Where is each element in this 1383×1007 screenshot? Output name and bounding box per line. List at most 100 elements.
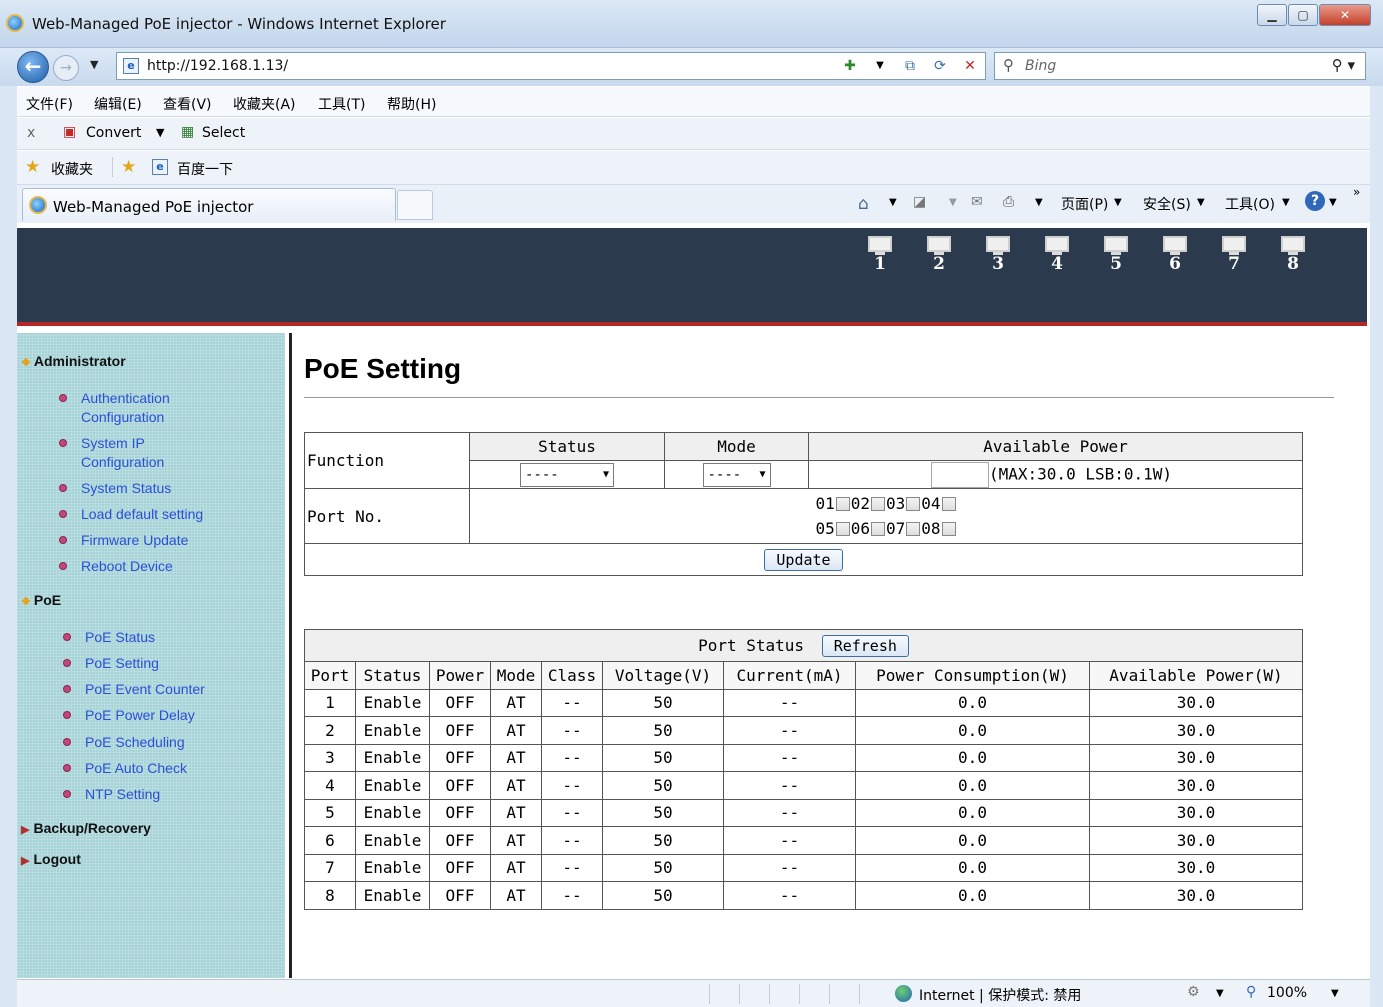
stop-icon[interactable]: ✕ [959, 56, 981, 76]
sidebar-item-ntp-setting[interactable]: NTP Setting [63, 785, 160, 804]
zoom-level[interactable]: 100% [1267, 985, 1307, 1001]
feeds-icon[interactable]: ◪ [913, 194, 926, 210]
cell-status: Enable [355, 881, 430, 910]
port-08-checkbox[interactable] [941, 522, 956, 536]
maximize-button[interactable]: ▢ [1288, 4, 1318, 26]
cell-class: -- [541, 688, 603, 717]
baidu-link[interactable]: 百度一下 [177, 159, 233, 179]
tools-menu-dropdown-icon[interactable]: ▼ [1282, 197, 1290, 208]
refresh-icon[interactable]: ⟳ [929, 56, 951, 76]
convert-dropdown-icon[interactable]: ▼ [156, 126, 164, 139]
sidebar-item-poe-power-delay[interactable]: PoE Power Delay [63, 706, 195, 725]
port-7-icon[interactable]: 7 [1221, 236, 1247, 273]
popup-blocker-dropdown-icon[interactable]: ▼ [1216, 988, 1224, 999]
add-favorite-icon[interactable]: ★ [121, 157, 136, 177]
available-power-input[interactable] [931, 461, 989, 488]
port-5-icon[interactable]: 5 [1103, 236, 1129, 273]
sidebar-section-administrator[interactable]: ❖ Administrator [21, 353, 126, 369]
security-zone-text[interactable]: Internet | 保护模式: 禁用 [919, 985, 1081, 1005]
sidebar-section-logout[interactable]: ▶ Logout [21, 851, 81, 867]
close-window-button[interactable]: ✕ [1319, 4, 1371, 26]
column-header-power-consumption: Power Consumption(W) [855, 661, 1090, 690]
page-menu-dropdown-icon[interactable]: ▼ [1114, 197, 1122, 208]
toolbar-overflow-icon[interactable]: » [1353, 185, 1360, 199]
menu-view[interactable]: 查看(V) [163, 94, 212, 114]
print-dropdown-icon[interactable]: ▼ [1035, 197, 1043, 208]
port-8-icon[interactable]: 8 [1280, 236, 1306, 273]
compatibility-view-icon[interactable]: ⧉ [899, 56, 921, 76]
sidebar-item-poe-event-counter[interactable]: PoE Event Counter [63, 680, 205, 699]
help-dropdown-icon[interactable]: ▼ [1329, 197, 1337, 208]
port-04-checkbox[interactable] [941, 497, 956, 511]
statusbar-separator [829, 984, 830, 1004]
toolbar-close-button[interactable]: x [27, 125, 35, 141]
print-icon[interactable]: ⎙ [1003, 194, 1014, 210]
sidebar-item-system-status[interactable]: System Status [59, 479, 171, 498]
sidebar-item-poe-scheduling[interactable]: PoE Scheduling [63, 733, 185, 752]
sidebar-item-reboot-device[interactable]: Reboot Device [59, 557, 173, 576]
cell-port: 1 [304, 688, 356, 717]
update-button[interactable]: Update [764, 548, 843, 571]
port-1-icon[interactable]: 1 [867, 236, 893, 273]
mode-select-cell: ---- [664, 460, 809, 489]
dropdown-icon[interactable]: ▼ [869, 56, 891, 76]
sidebar-item-poe-auto-check[interactable]: PoE Auto Check [63, 759, 187, 778]
port-3-icon[interactable]: 3 [985, 236, 1011, 273]
menu-tools[interactable]: 工具(T) [318, 94, 365, 114]
tab-ie-icon [29, 196, 47, 214]
port-01-checkbox[interactable] [835, 497, 850, 511]
mode-select[interactable]: ---- [702, 462, 771, 487]
menu-file[interactable]: 文件(F) [26, 94, 73, 114]
back-button[interactable]: ← [17, 51, 49, 83]
new-tab-button[interactable] [397, 190, 433, 220]
port-07-checkbox[interactable] [906, 522, 921, 536]
port-4-icon[interactable]: 4 [1044, 236, 1070, 273]
forward-button[interactable]: → [53, 55, 79, 81]
tools-menu[interactable]: 工具(O) [1225, 194, 1275, 214]
sidebar-section-poe[interactable]: ❖ PoE [21, 592, 61, 608]
menu-favorites[interactable]: 收藏夹(A) [233, 94, 296, 114]
port-05-checkbox[interactable] [835, 522, 850, 536]
sidebar-item-authentication-configuration[interactable]: Authentication Configuration [59, 389, 170, 427]
safety-menu-dropdown-icon[interactable]: ▼ [1197, 197, 1205, 208]
addon-icon[interactable]: ✚ [839, 56, 861, 76]
address-url[interactable]: http://192.168.1.13/ [147, 58, 288, 74]
page-menu[interactable]: 页面(P) [1061, 194, 1108, 214]
menu-edit[interactable]: 编辑(E) [94, 94, 142, 114]
sidebar-item-load-default-setting[interactable]: Load default setting [59, 505, 203, 524]
zoom-dropdown-icon[interactable]: ▼ [1331, 988, 1339, 999]
sidebar-item-firmware-update[interactable]: Firmware Update [59, 531, 188, 550]
home-dropdown-icon[interactable]: ▼ [889, 197, 897, 208]
bullet-icon [59, 562, 67, 570]
feeds-dropdown-icon[interactable]: ▼ [949, 197, 957, 208]
port-03-checkbox[interactable] [906, 497, 921, 511]
port-2-icon[interactable]: 2 [926, 236, 952, 273]
search-go-icon[interactable]: ⚲ ▾ [1332, 56, 1355, 74]
favorites-button[interactable]: 收藏夹 [51, 159, 93, 179]
safety-menu[interactable]: 安全(S) [1143, 194, 1191, 214]
port-02-checkbox[interactable] [871, 497, 885, 511]
sidebar-item-system-ip-configuration[interactable]: System IP Configuration [59, 434, 164, 472]
history-dropdown-icon[interactable]: ▼ [90, 58, 98, 71]
column-header-power: Power [429, 661, 491, 690]
tab-active[interactable]: Web-Managed PoE injector [22, 188, 396, 221]
select-button[interactable]: Select [202, 125, 245, 141]
port-06-checkbox[interactable] [871, 522, 885, 536]
status-select[interactable]: ---- [520, 462, 614, 487]
port-6-icon[interactable]: 6 [1162, 236, 1188, 273]
sidebar-item-poe-setting[interactable]: PoE Setting [63, 654, 159, 673]
sidebar-section-backup-recovery[interactable]: ▶ Backup/Recovery [21, 820, 151, 836]
sidebar-item-poe-status[interactable]: PoE Status [63, 628, 155, 647]
mail-icon[interactable]: ✉ [971, 194, 983, 210]
home-icon[interactable]: ⌂ [858, 194, 869, 214]
help-icon[interactable]: ? [1305, 191, 1325, 211]
search-box[interactable]: ⚲ Bing ⚲ ▾ [994, 52, 1366, 80]
sidebar: ❖ Administrator Authentication Configurati… [17, 333, 285, 978]
popup-blocker-icon[interactable]: ⚙ [1187, 984, 1200, 1000]
convert-button[interactable]: Convert [86, 125, 141, 141]
menu-help[interactable]: 帮助(H) [387, 94, 436, 114]
refresh-button[interactable]: Refresh [821, 634, 909, 657]
search-input[interactable]: Bing [1025, 58, 1056, 74]
minimize-button[interactable]: ▁ [1257, 4, 1287, 26]
address-bar[interactable]: e http://192.168.1.13/ ✚ ▼ ⧉ ⟳ ✕ [116, 52, 986, 80]
